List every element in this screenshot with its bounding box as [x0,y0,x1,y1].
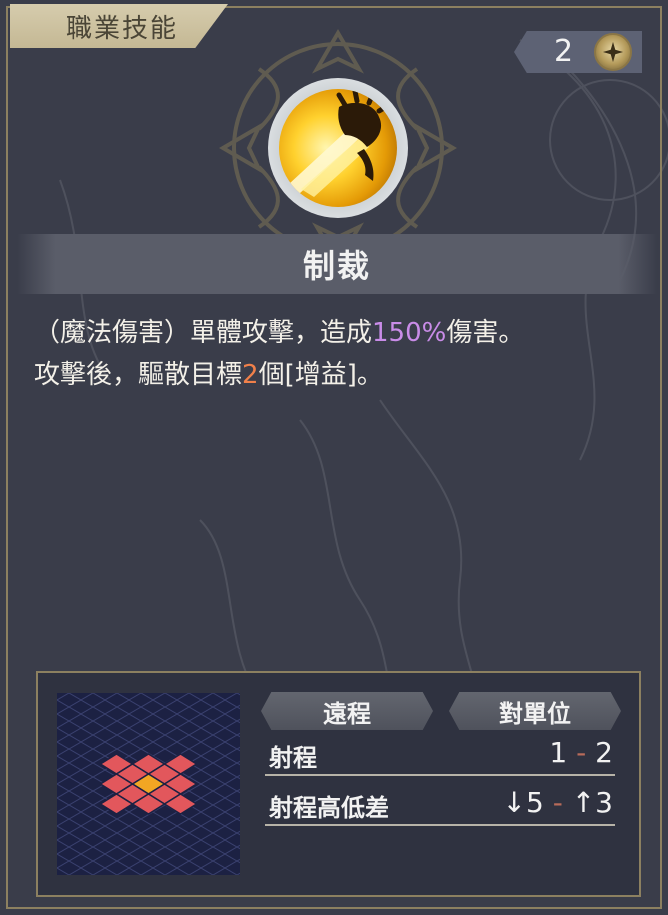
range-type-label: 遠程 [323,699,371,728]
range-label: 射程 [269,744,317,772]
description-line-2: 攻擊後，驅散目標2個[增益]。 [34,354,644,396]
header-tab-label: 職業技能 [66,13,179,44]
range-separator: - [576,736,587,769]
description-text: 攻擊後，驅散目標 [34,360,243,390]
header-tab: 職業技能 [10,4,228,48]
range-row: 射程 1 - 2 [265,732,615,776]
range-min: 1 [549,736,568,769]
height-diff-row: 射程高低差 ↓5 - ↑3 [265,782,615,826]
description-line-1: （魔法傷害）單體攻擊，造成150%傷害。 [34,312,644,354]
skill-detail-panel: 職業技能 2 制裁 （魔法傷害）單體攻擊，造成150%傷害。 攻擊後，驅散目標2… [0,0,668,915]
range-type-tag: 遠程 [261,692,433,730]
range-value: 1 - 2 [549,736,613,769]
height-down: ↓5 [502,786,544,819]
damage-percent: 150% [372,318,447,348]
height-diff-value: ↓5 - ↑3 [503,786,613,819]
range-grid-svg [57,693,240,875]
skill-name: 制裁 [302,247,371,285]
star-sparkle-icon [594,33,632,71]
skill-title-band: 制裁 [17,234,657,294]
golden-claw-strike-icon [279,89,397,207]
target-type-tag: 對單位 [449,692,621,730]
target-type-label: 對單位 [499,699,571,728]
description-text: 傷害。 [446,318,525,348]
dispel-count: 2 [242,360,259,390]
skill-description: （魔法傷害）單體攻擊，造成150%傷害。 攻擊後，驅散目標2個[增益]。 [34,312,644,396]
range-max: 2 [595,736,613,769]
description-text: 個[增益]。 [258,360,383,390]
cost-badge: 2 [514,31,642,73]
attack-range-grid [57,693,240,875]
cost-value: 2 [554,34,574,69]
height-up: ↑3 [571,786,613,819]
description-text: （魔法傷害）單體攻擊，造成 [34,318,373,348]
height-separator: - [552,786,563,819]
height-diff-label: 射程高低差 [269,794,389,822]
skill-icon-frame [268,78,408,218]
